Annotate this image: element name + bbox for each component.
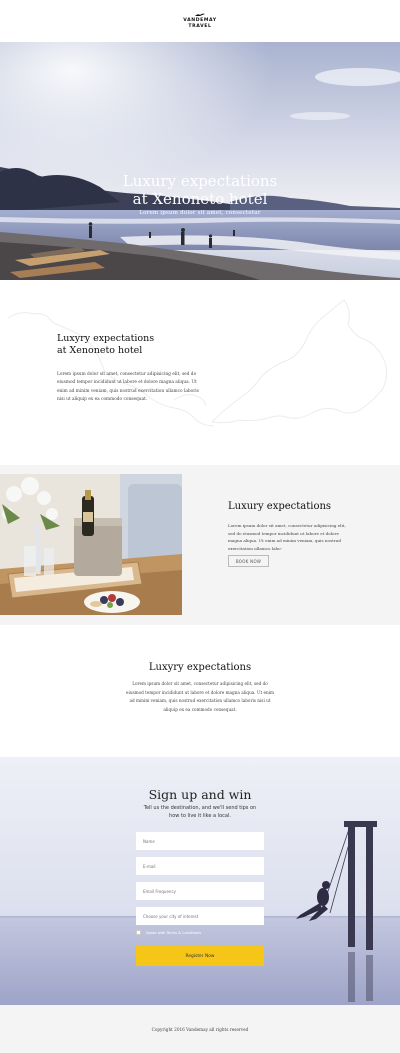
city-select[interactable] bbox=[136, 907, 264, 925]
register-button[interactable]: Register Now bbox=[136, 946, 264, 966]
feature-title: Luxury expectations bbox=[228, 501, 332, 512]
champagne-photo bbox=[0, 474, 182, 615]
signup-title: Sign up and win bbox=[148, 787, 252, 802]
name-input[interactable] bbox=[136, 832, 264, 850]
hero-beach-image bbox=[0, 42, 400, 280]
info-title: Luxyry expectations bbox=[148, 662, 252, 673]
email-input[interactable] bbox=[136, 857, 264, 875]
about-body: Lorem ipsum dolor sit amet, consectetur … bbox=[57, 372, 199, 403]
hero-section: Luxury expectations at Xenoneto hotel Lo… bbox=[0, 42, 400, 280]
terms-checkbox[interactable] bbox=[136, 930, 141, 935]
book-now-button[interactable]: BOOK NOW bbox=[228, 555, 269, 567]
logo-subtext[interactable]: TRAVEL bbox=[188, 24, 211, 30]
email-frequency-select[interactable] bbox=[136, 882, 264, 900]
hero-subtitle: Lorem ipsum dolor sit amet, consectetur bbox=[139, 210, 261, 216]
info-section: Luxyry expectations Lorem ipsum dolor si… bbox=[0, 625, 400, 757]
signup-section: Sign up and win Tell us the destination,… bbox=[0, 757, 400, 1005]
site-footer: Copyright 2016 Vandemay all rights reser… bbox=[0, 1005, 400, 1053]
terms-agreement: Agree with Terms & Conditions bbox=[136, 930, 201, 935]
copyright-text: Copyright 2016 Vandemay all rights reser… bbox=[151, 1026, 249, 1032]
signup-subtitle: Tell us the destination, and we'll send … bbox=[143, 805, 257, 819]
site-header: VANDEMAY TRAVEL bbox=[0, 0, 400, 42]
feature-section: Luxury expectations Lorem ipsum dolor si… bbox=[0, 465, 400, 625]
about-section: Luxyry expectations at Xenoneto hotel Lo… bbox=[0, 280, 400, 465]
info-body: Lorem ipsum dolor sit amet, consectetur … bbox=[126, 681, 274, 712]
hero-title: Luxury expectations at Xenoneto hotel bbox=[122, 172, 278, 208]
bird-icon bbox=[195, 13, 205, 16]
feature-body: Lorem ipsum dolor sit amet, consectetur … bbox=[228, 523, 346, 551]
about-title: Luxyry expectations at Xenoneto hotel bbox=[57, 333, 155, 356]
terms-label[interactable]: Agree with Terms & Conditions bbox=[146, 931, 201, 935]
